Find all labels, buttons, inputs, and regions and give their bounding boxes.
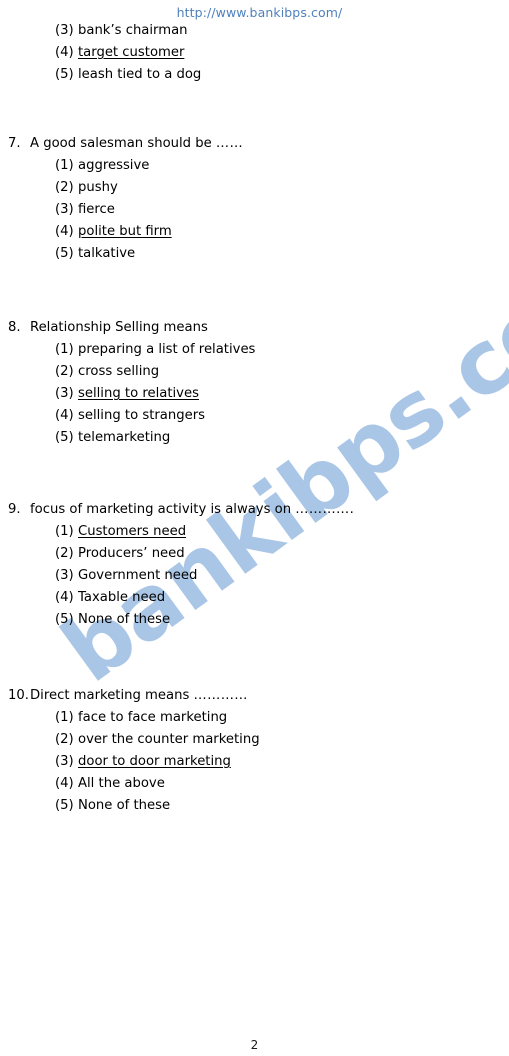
option-marker: (3)	[55, 202, 74, 217]
option-marker: (4)	[55, 776, 74, 791]
option-marker: (2)	[55, 732, 74, 747]
option-row[interactable]: (3) selling to relatives	[0, 383, 509, 405]
question-blank-dots: ………….	[295, 502, 355, 517]
option-marker: (5)	[55, 430, 74, 445]
question-block: 7. A good salesman should be …… (1) aggress…	[0, 133, 509, 265]
option-text: Producers’ need	[78, 546, 185, 561]
option-row[interactable]: (1) face to face marketing	[0, 707, 509, 729]
option-marker: (5)	[55, 798, 74, 813]
option-marker: (1)	[55, 342, 74, 357]
option-row[interactable]: (4) All the above	[0, 773, 509, 795]
option-text: Government need	[78, 568, 198, 583]
option-marker: (4)	[55, 590, 74, 605]
question-number: 10.	[8, 688, 29, 703]
option-row[interactable]: (1) Customers need	[0, 521, 509, 543]
option-text: pushy	[78, 180, 118, 195]
document-page: http://www.bankibps.com/ (3) bank’s chair…	[0, 0, 509, 1056]
option-row[interactable]: (5) talkative	[0, 243, 509, 265]
question-text-holder: A good salesman should be ……	[30, 133, 243, 155]
option-text-answer: selling to relatives	[78, 386, 199, 401]
page-number: 2	[250, 1038, 259, 1052]
option-text: selling to strangers	[78, 408, 206, 423]
question-blank-dots: ……	[215, 136, 244, 151]
option-row[interactable]: (4) Taxable need	[0, 587, 509, 609]
option-text-answer: polite but firm	[78, 224, 172, 239]
option-row[interactable]: (4) selling to strangers	[0, 405, 509, 427]
option-text-answer: target customer	[78, 45, 185, 60]
option-text: bank’s chairman	[78, 23, 188, 38]
option-marker: (4)	[55, 45, 74, 60]
option-text: cross selling	[78, 364, 160, 379]
question-text: Direct marketing means	[30, 688, 194, 703]
carryover-options-block: (3) bank’s chairman (4) target customer (5) l…	[0, 20, 509, 86]
question-blank-dots: …………	[193, 688, 248, 703]
question-number: 9.	[8, 502, 21, 517]
option-marker: (3)	[55, 386, 74, 401]
option-marker: (4)	[55, 224, 74, 239]
option-text: talkative	[78, 246, 136, 261]
option-text: face to face marketing	[78, 710, 228, 725]
option-text-answer: door to door marketing	[78, 754, 231, 769]
option-marker: (5)	[55, 246, 74, 261]
option-text: leash tied to a dog	[78, 67, 202, 82]
question-text: focus of marketing activity is always on	[30, 502, 296, 517]
option-row[interactable]: (3) bank’s chairman	[0, 20, 509, 42]
option-marker: (3)	[55, 568, 74, 583]
option-marker: (4)	[55, 408, 74, 423]
question-text: Relationship Selling means	[30, 320, 208, 335]
question-block: 9. focus of marketing activity is always …	[0, 499, 509, 631]
option-marker: (1)	[55, 158, 74, 173]
option-row[interactable]: (1) aggressive	[0, 155, 509, 177]
option-row[interactable]: (4) target customer	[0, 42, 509, 64]
option-text-answer: Customers need	[78, 524, 187, 539]
page-header: http://www.bankibps.com/	[0, 2, 509, 21]
option-row[interactable]: (1) preparing a list of relatives	[0, 339, 509, 361]
question-block: 10. Direct marketing means ………… (1) face to…	[0, 685, 509, 817]
question-block: 8. Relationship Selling means (1) preparing…	[0, 317, 509, 449]
question-stem: 10. Direct marketing means …………	[0, 685, 509, 707]
option-row[interactable]: (2) cross selling	[0, 361, 509, 383]
option-text: telemarketing	[78, 430, 171, 445]
option-marker: (3)	[55, 754, 74, 769]
option-text: fierce	[78, 202, 115, 217]
option-text: All the above	[78, 776, 165, 791]
option-row[interactable]: (5) None of these	[0, 609, 509, 631]
option-marker: (1)	[55, 710, 74, 725]
option-text: None of these	[78, 798, 171, 813]
option-text: aggressive	[78, 158, 150, 173]
option-marker: (2)	[55, 546, 74, 561]
question-stem: 7. A good salesman should be ……	[0, 133, 509, 155]
option-text: over the counter marketing	[78, 732, 260, 747]
question-text: A good salesman should be	[30, 136, 216, 151]
option-text: preparing a list of relatives	[78, 342, 256, 357]
option-marker: (1)	[55, 524, 74, 539]
question-text-holder: Direct marketing means …………	[30, 685, 248, 707]
option-marker: (3)	[55, 23, 74, 38]
option-row[interactable]: (2) pushy	[0, 177, 509, 199]
option-row[interactable]: (5) None of these	[0, 795, 509, 817]
question-text-holder: focus of marketing activity is always on…	[30, 499, 354, 521]
header-site-url[interactable]: http://www.bankibps.com/	[177, 5, 343, 20]
option-row[interactable]: (3) fierce	[0, 199, 509, 221]
question-stem: 8. Relationship Selling means	[0, 317, 509, 339]
question-number: 7.	[8, 136, 21, 151]
option-row[interactable]: (3) Government need	[0, 565, 509, 587]
option-marker: (5)	[55, 67, 74, 82]
option-row[interactable]: (5) leash tied to a dog	[0, 64, 509, 86]
option-marker: (5)	[55, 612, 74, 627]
option-text: Taxable need	[78, 590, 166, 605]
option-marker: (2)	[55, 180, 74, 195]
option-row[interactable]: (4) polite but firm	[0, 221, 509, 243]
question-text-holder: Relationship Selling means	[30, 317, 208, 339]
question-stem: 9. focus of marketing activity is always …	[0, 499, 509, 521]
option-row[interactable]: (2) Producers’ need	[0, 543, 509, 565]
option-row[interactable]: (2) over the counter marketing	[0, 729, 509, 751]
page-footer: 2	[0, 1034, 509, 1053]
question-number: 8.	[8, 320, 21, 335]
option-row[interactable]: (5) telemarketing	[0, 427, 509, 449]
option-marker: (2)	[55, 364, 74, 379]
option-row[interactable]: (3) door to door marketing	[0, 751, 509, 773]
option-text: None of these	[78, 612, 171, 627]
